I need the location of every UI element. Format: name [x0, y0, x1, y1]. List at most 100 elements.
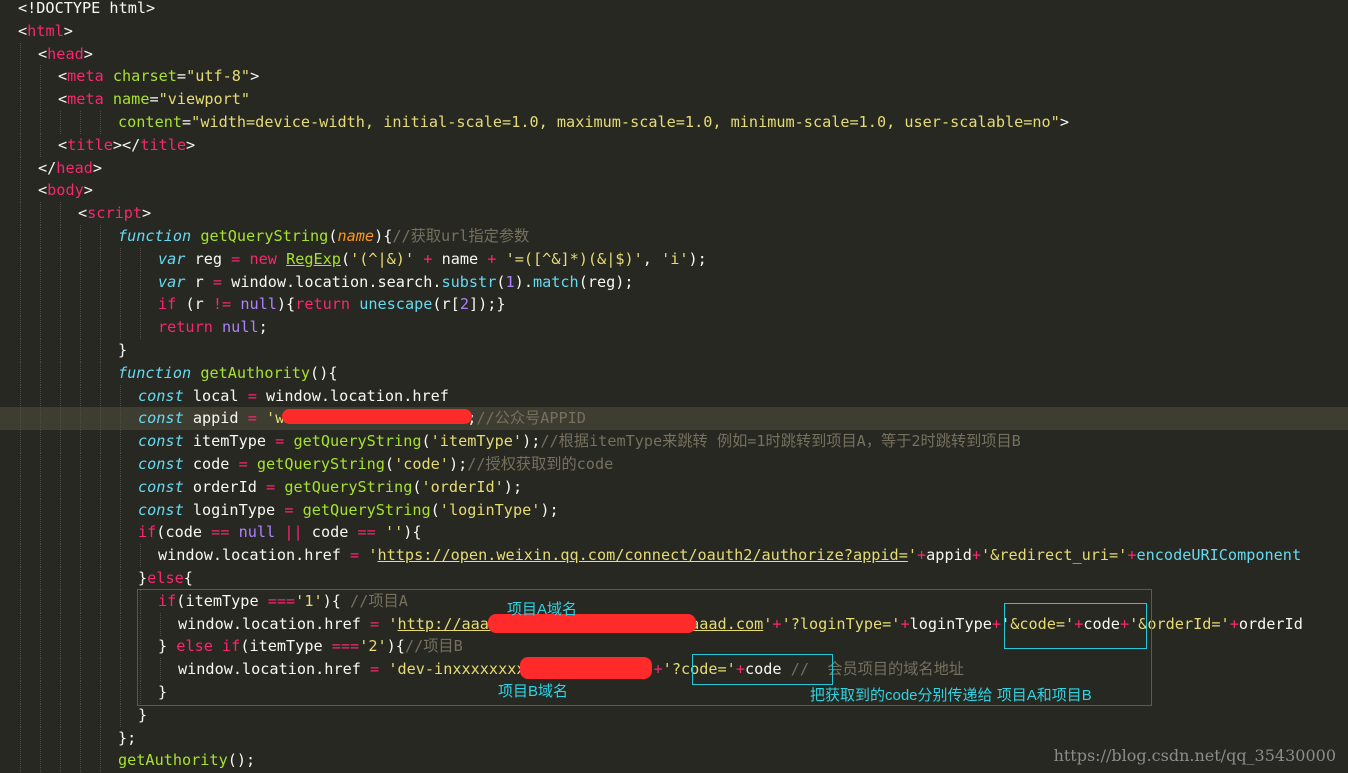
- indent-guide: [120, 316, 121, 340]
- indent-guide: [120, 293, 121, 317]
- indent-guide: [100, 544, 101, 568]
- indent-guide: [20, 635, 21, 659]
- code-token: =: [231, 249, 241, 268]
- code-text: }: [118, 339, 127, 362]
- code-text: <meta charset="utf-8">: [58, 65, 259, 88]
- code-line[interactable]: <body>: [0, 179, 1348, 203]
- indent-guide: [40, 293, 41, 317]
- indent-guide: [20, 202, 21, 226]
- code-text: <head>: [38, 43, 93, 66]
- indent-guide: [20, 703, 21, 727]
- code-token: );: [522, 432, 541, 451]
- code-token: !=: [212, 295, 232, 314]
- code-token: head: [47, 44, 84, 63]
- indent-guide: [20, 658, 21, 682]
- code-token: (: [421, 432, 431, 451]
- code-text: content="width=device-width, initial-sca…: [118, 111, 1069, 134]
- indent-guide: [20, 544, 21, 568]
- code-line[interactable]: <head>: [0, 42, 1348, 66]
- code-line[interactable]: <!DOCTYPE html>: [0, 0, 1348, 20]
- indent-guide: [40, 202, 41, 226]
- code-line[interactable]: return null;: [0, 316, 1348, 340]
- indent-guide: [40, 567, 41, 590]
- code-token: const: [138, 500, 184, 519]
- indent-guide: [100, 635, 101, 659]
- code-token: '': [384, 523, 404, 542]
- code-line[interactable]: function getQueryString(name){//获取url指定参…: [0, 225, 1348, 248]
- code-line[interactable]: if(code == null || code == ''){: [0, 521, 1348, 545]
- code-token: getAuthority: [118, 751, 228, 770]
- code-text: <script>: [78, 202, 151, 225]
- indent-guide: [20, 65, 21, 89]
- code-token: (code: [156, 523, 212, 542]
- indent-guide: [140, 316, 141, 340]
- indent-guide: [80, 430, 81, 454]
- code-token: >: [63, 21, 73, 40]
- indent-guide: [100, 111, 101, 134]
- code-line[interactable]: </head>: [0, 156, 1348, 180]
- code-token: ': [907, 546, 917, 565]
- code-line[interactable]: <title></title>: [0, 133, 1348, 157]
- indent-guide: [20, 430, 21, 454]
- indent-guide: [20, 225, 21, 248]
- indent-guide: [60, 749, 61, 773]
- code-line[interactable]: }: [0, 339, 1348, 362]
- code-line[interactable]: <script>: [0, 202, 1348, 226]
- indent-guide: [100, 681, 101, 704]
- code-line[interactable]: const local = window.location.href: [0, 384, 1348, 408]
- indent-guide: [20, 407, 21, 431]
- code-token: >: [83, 44, 93, 63]
- code-text: const orderId = getQueryString('orderId'…: [138, 476, 522, 499]
- indent-guide: [40, 498, 41, 522]
- code-token: ();: [227, 751, 256, 770]
- code-token: encodeURIComponent: [1136, 546, 1302, 565]
- code-token: const: [138, 386, 184, 405]
- code-token: ||: [284, 523, 303, 542]
- code-token: ){: [374, 227, 393, 245]
- indent-guide: [80, 339, 81, 362]
- code-line[interactable]: const appid = 'wxe8bf8f8f8f8f8f8f8d';//公…: [0, 407, 1348, 431]
- indent-guide: [80, 407, 81, 431]
- code-token: //根据itemType来跳转 例如=1时跳转到项目A，等于2时跳转到项目B: [540, 432, 1021, 451]
- code-text: </head>: [38, 157, 102, 180]
- indent-guide: [100, 453, 101, 476]
- code-token: <!DOCTYPE html>: [18, 0, 156, 17]
- code-line[interactable]: var reg = new RegExp('(^|&)' + name + '=…: [0, 247, 1348, 271]
- indent-guide: [40, 681, 41, 704]
- code-line[interactable]: const orderId = getQueryString('orderId'…: [0, 475, 1348, 499]
- code-line[interactable]: <html>: [0, 20, 1348, 43]
- indent-guide: [40, 339, 41, 362]
- indent-guide: [20, 589, 21, 613]
- code-line[interactable]: function getAuthority(){: [0, 361, 1348, 385]
- indent-guide: [120, 475, 121, 499]
- indent-guide: [20, 361, 21, 385]
- code-line[interactable]: if (r != null){return unescape(r[2]);}: [0, 293, 1348, 317]
- code-line[interactable]: const itemType = getQueryString('itemTyp…: [0, 430, 1348, 454]
- code-line[interactable]: content="width=device-width, initial-sca…: [0, 111, 1348, 134]
- indent-guide: [60, 726, 61, 750]
- code-line[interactable]: window.location.href = 'https://open.wei…: [0, 544, 1348, 568]
- code-line[interactable]: const loginType = getQueryString('loginT…: [0, 498, 1348, 522]
- indent-guide: [40, 407, 41, 431]
- code-token: >: [186, 135, 196, 154]
- code-line[interactable]: var r = window.location.search.substr(1)…: [0, 270, 1348, 294]
- indent-guide: [80, 384, 81, 408]
- code-token: getAuthority: [200, 363, 311, 382]
- code-token: match: [532, 272, 579, 291]
- code-token: >: [1059, 113, 1069, 131]
- code-line[interactable]: const code = getQueryString('code');//授权…: [0, 453, 1348, 476]
- code-text: if(code == null || code == ''){: [138, 521, 422, 544]
- code-text: }else{: [138, 567, 193, 590]
- code-line[interactable]: <meta charset="utf-8">: [0, 65, 1348, 89]
- code-line[interactable]: }: [0, 703, 1348, 727]
- indent-guide: [40, 133, 41, 157]
- code-text: const loginType = getQueryString('loginT…: [138, 499, 559, 522]
- code-token: =: [238, 455, 248, 473]
- code-line[interactable]: }else{: [0, 567, 1348, 590]
- code-text: const itemType = getQueryString('itemTyp…: [138, 430, 1021, 453]
- code-line[interactable]: <meta name="viewport": [0, 88, 1348, 112]
- code-token: reg: [185, 249, 232, 268]
- indent-guide: [40, 65, 41, 89]
